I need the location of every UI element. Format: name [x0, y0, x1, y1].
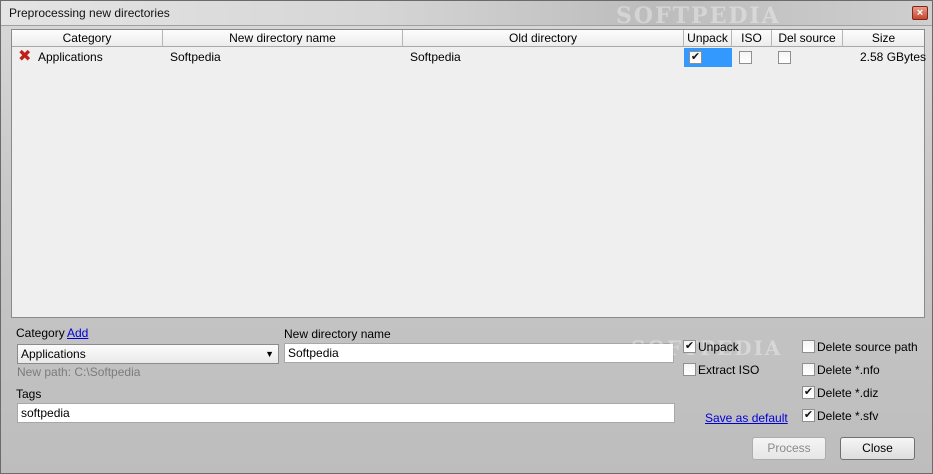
row-category: Applications — [38, 50, 103, 64]
row-del-source-checkbox[interactable] — [778, 51, 791, 64]
chevron-down-icon: ▼ — [265, 349, 274, 359]
column-header-unpack[interactable]: Unpack — [684, 30, 732, 47]
save-as-default-link[interactable]: Save as default — [705, 411, 788, 425]
unpack-option-checkbox[interactable]: ✔ — [683, 340, 696, 353]
extract-iso-label[interactable]: Extract ISO — [698, 363, 759, 377]
process-button[interactable]: Process — [752, 437, 826, 460]
watermark-logo: SOFTPEDIA — [616, 3, 781, 29]
row-iso-checkbox[interactable] — [739, 51, 752, 64]
row-new-directory-name: Softpedia — [170, 50, 221, 64]
column-header-category[interactable]: Category — [12, 30, 163, 47]
category-select-value: Applications — [21, 347, 86, 361]
delete-sfv-checkbox[interactable]: ✔ — [802, 409, 815, 422]
remove-x-icon[interactable]: ✖ — [18, 49, 32, 65]
directory-list[interactable]: Category New directory name Old director… — [11, 29, 927, 318]
delete-sfv-label[interactable]: Delete *.sfv — [817, 409, 878, 423]
delete-diz-checkbox[interactable]: ✔ — [802, 386, 815, 399]
category-select[interactable]: Applications ▼ — [17, 344, 279, 364]
unpack-option-label[interactable]: Unpack — [698, 340, 739, 354]
close-button[interactable]: Close — [840, 437, 915, 460]
new-directory-name-label: New directory name — [284, 327, 391, 341]
column-header-del-source[interactable]: Del source — [772, 30, 843, 47]
row-old-directory: Softpedia — [410, 50, 461, 64]
row-unpack-checkbox[interactable]: ✔ — [689, 51, 702, 64]
row-size: 2.58 GBytes — [860, 50, 927, 64]
tags-label: Tags — [16, 387, 42, 401]
title-bar[interactable]: Preprocessing new directories SOFTPEDIA … — [1, 1, 932, 29]
column-header-new-directory-name[interactable]: New directory name — [163, 30, 403, 47]
tags-input[interactable]: softpedia — [17, 403, 675, 423]
preprocessing-dialog: Preprocessing new directories SOFTPEDIA … — [0, 0, 933, 474]
delete-nfo-checkbox[interactable] — [802, 363, 815, 376]
close-window-button[interactable]: × — [912, 6, 928, 20]
delete-source-path-checkbox[interactable] — [802, 340, 815, 353]
new-path-text: New path: C:\Softpedia — [17, 365, 141, 379]
add-category-link[interactable]: Add — [67, 326, 88, 340]
list-row[interactable]: ✖ Applications Softpedia Softpedia ✔ 2.5… — [12, 48, 927, 67]
window-title: Preprocessing new directories — [9, 6, 170, 20]
column-header-old-directory[interactable]: Old directory — [403, 30, 684, 47]
delete-diz-label[interactable]: Delete *.diz — [817, 386, 878, 400]
list-header: Category New directory name Old director… — [12, 30, 924, 47]
category-label: Category — [16, 326, 65, 340]
new-directory-name-input[interactable]: Softpedia — [284, 343, 674, 363]
delete-nfo-label[interactable]: Delete *.nfo — [817, 363, 880, 377]
column-header-iso[interactable]: ISO — [732, 30, 772, 47]
column-header-size[interactable]: Size — [843, 30, 924, 47]
delete-source-path-label[interactable]: Delete source path — [817, 340, 918, 354]
extract-iso-checkbox[interactable] — [683, 363, 696, 376]
